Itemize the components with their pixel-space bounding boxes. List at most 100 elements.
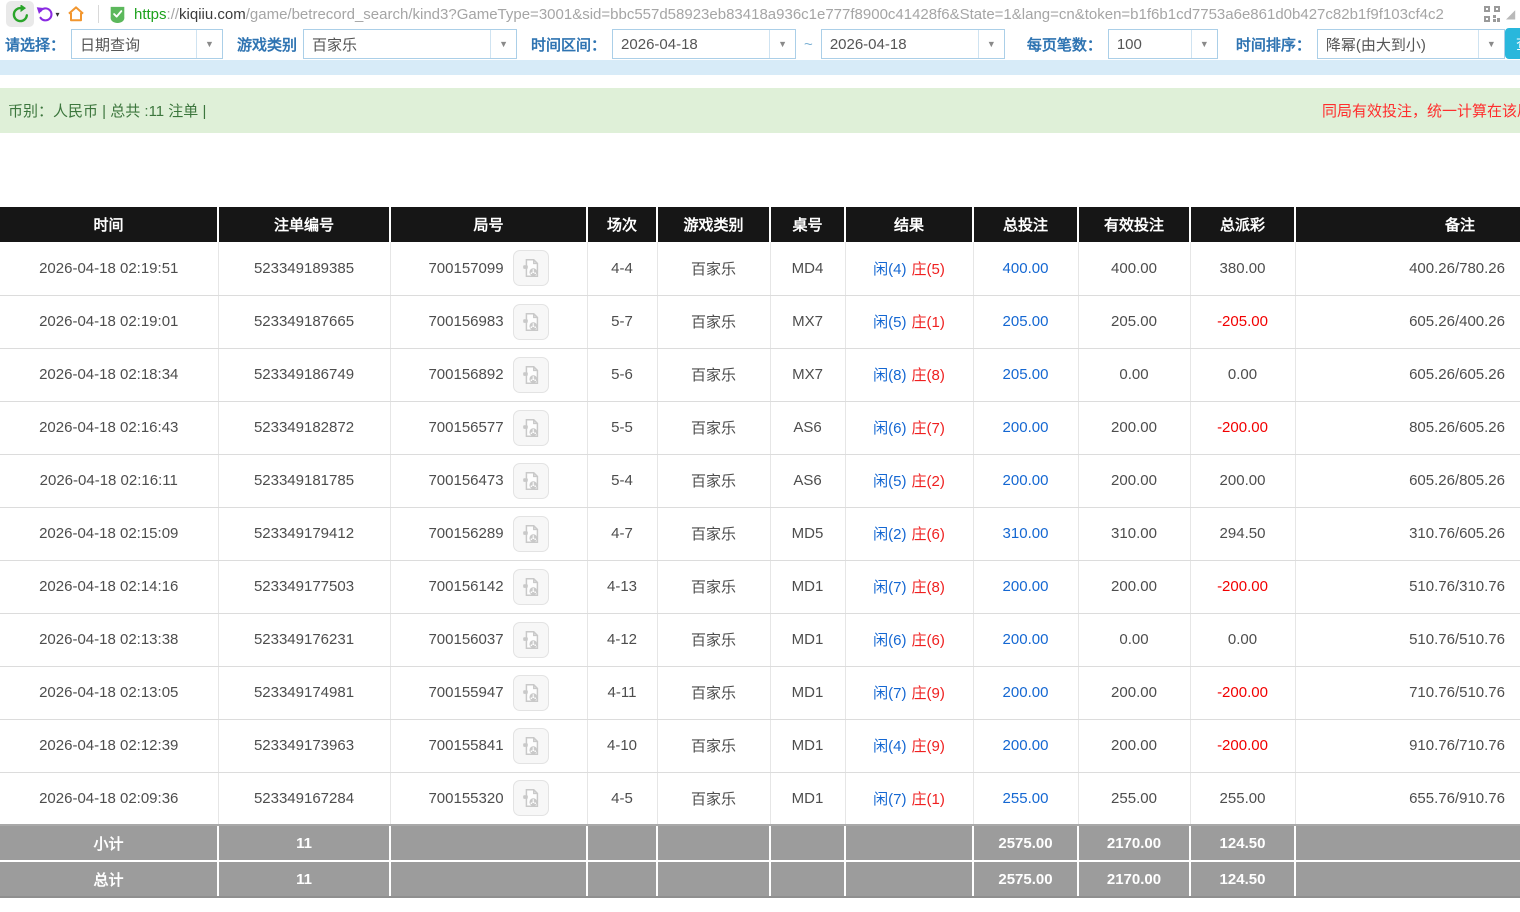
cell-game: 百家乐 bbox=[657, 295, 770, 348]
cell-table: MD1 bbox=[770, 613, 845, 666]
date-to-select[interactable]: 2026-04-18 ▼ bbox=[821, 29, 1005, 59]
result-banker: 庄(5) bbox=[912, 261, 945, 278]
spacer bbox=[0, 133, 1520, 207]
url-scheme: https bbox=[134, 6, 167, 23]
cell-game: 百家乐 bbox=[657, 613, 770, 666]
video-replay-glyph bbox=[520, 311, 542, 333]
time-range-label: 时间区间： bbox=[531, 34, 606, 55]
video-replay-button[interactable] bbox=[513, 780, 549, 816]
time-sort-select[interactable]: 降幂(由大到小) ▼ bbox=[1317, 29, 1505, 59]
col-header-remark: 备注 bbox=[1295, 207, 1520, 242]
search-button[interactable]: 查询 bbox=[1505, 28, 1520, 59]
video-replay-glyph bbox=[520, 470, 542, 492]
cell-bet-id: 523349173963 bbox=[218, 719, 390, 772]
cell-round: 700156289 bbox=[390, 507, 587, 560]
home-icon[interactable] bbox=[62, 1, 90, 27]
video-replay-button[interactable] bbox=[513, 410, 549, 446]
result-player: 闲(2) bbox=[873, 526, 906, 543]
qr-code-icon[interactable] bbox=[1484, 6, 1500, 22]
col-header-payout: 总派彩 bbox=[1190, 207, 1295, 242]
cell-round: 700155841 bbox=[390, 719, 587, 772]
chevron-down-icon: ▼ bbox=[978, 30, 1004, 58]
cell-bet-id: 523349186749 bbox=[218, 348, 390, 401]
video-replay-button[interactable] bbox=[513, 516, 549, 552]
table-row: 2026-04-18 02:16:11523349181785 70015647… bbox=[0, 454, 1520, 507]
cell-valid-bet: 200.00 bbox=[1078, 454, 1190, 507]
cell-remark: 805.26/605.26 bbox=[1295, 401, 1520, 454]
cell-result: 闲(5)庄(2) bbox=[845, 454, 973, 507]
video-replay-button[interactable] bbox=[513, 463, 549, 499]
cell-round: 700156473 bbox=[390, 454, 587, 507]
cell-session: 4-10 bbox=[587, 719, 657, 772]
table-row: 2026-04-18 02:18:34523349186749 70015689… bbox=[0, 348, 1520, 401]
video-replay-button[interactable] bbox=[513, 357, 549, 393]
subtotal-count: 11 bbox=[218, 825, 390, 861]
round-number: 700156892 bbox=[428, 366, 503, 383]
valid-bet-notice-text: 同局有效投注，统一计算在该局第 bbox=[1322, 88, 1520, 133]
result-player: 闲(7) bbox=[873, 685, 906, 702]
cell-valid-bet: 310.00 bbox=[1078, 507, 1190, 560]
cell-result: 闲(7)庄(8) bbox=[845, 560, 973, 613]
cell-remark: 400.26/780.26 bbox=[1295, 242, 1520, 295]
cell-game: 百家乐 bbox=[657, 348, 770, 401]
table-row: 2026-04-18 02:16:43523349182872 70015657… bbox=[0, 401, 1520, 454]
toolbar-overflow-icon[interactable]: ◢ bbox=[1506, 7, 1520, 21]
cell-session: 4-7 bbox=[587, 507, 657, 560]
cell-total-bet: 310.00 bbox=[973, 507, 1078, 560]
result-player: 闲(8) bbox=[873, 367, 906, 384]
cell-valid-bet: 255.00 bbox=[1078, 772, 1190, 825]
cell-time: 2026-04-18 02:19:51 bbox=[0, 242, 218, 295]
video-replay-button[interactable] bbox=[513, 250, 549, 286]
undo-dropdown-caret[interactable]: ▾ bbox=[55, 10, 59, 19]
cell-valid-bet: 200.00 bbox=[1078, 666, 1190, 719]
table-row: 2026-04-18 02:19:51523349189385 70015709… bbox=[0, 242, 1520, 295]
table-body: 2026-04-18 02:19:51523349189385 70015709… bbox=[0, 242, 1520, 825]
cell-time: 2026-04-18 02:19:01 bbox=[0, 295, 218, 348]
table-row: 2026-04-18 02:15:09523349179412 70015628… bbox=[0, 507, 1520, 560]
cell-remark: 605.26/400.26 bbox=[1295, 295, 1520, 348]
undo-icon[interactable]: ▾ bbox=[34, 1, 62, 27]
video-replay-button[interactable] bbox=[513, 304, 549, 340]
page-size-select[interactable]: 100 ▼ bbox=[1108, 29, 1218, 59]
total-row: 总计 11 2575.00 2170.00 124.50 bbox=[0, 861, 1520, 897]
cell-remark: 510.76/510.76 bbox=[1295, 613, 1520, 666]
cell-payout: 294.50 bbox=[1190, 507, 1295, 560]
cell-round: 700157099 bbox=[390, 242, 587, 295]
result-banker: 庄(9) bbox=[912, 685, 945, 702]
video-replay-button[interactable] bbox=[513, 569, 549, 605]
security-shield-icon bbox=[109, 5, 126, 24]
cell-table: MD4 bbox=[770, 242, 845, 295]
total-valid-bet: 2170.00 bbox=[1078, 861, 1190, 897]
col-header-session: 场次 bbox=[587, 207, 657, 242]
range-tilde: ~ bbox=[804, 36, 813, 53]
time-sort-label: 时间排序： bbox=[1236, 34, 1311, 55]
cell-result: 闲(7) 庄(9) bbox=[845, 666, 973, 719]
cell-round: 700155947 bbox=[390, 666, 587, 719]
cell-payout: -200.00 bbox=[1190, 401, 1295, 454]
video-replay-glyph bbox=[520, 523, 542, 545]
cell-time: 2026-04-18 02:15:09 bbox=[0, 507, 218, 560]
cell-table: MX7 bbox=[770, 295, 845, 348]
date-from-select[interactable]: 2026-04-18 ▼ bbox=[612, 29, 796, 59]
cell-time: 2026-04-18 02:13:05 bbox=[0, 666, 218, 719]
cell-table: MD1 bbox=[770, 719, 845, 772]
col-header-valid-bet: 有效投注 bbox=[1078, 207, 1190, 242]
cell-result: 闲(5)庄(1) bbox=[845, 295, 973, 348]
cell-bet-id: 523349177503 bbox=[218, 560, 390, 613]
video-replay-button[interactable] bbox=[513, 728, 549, 764]
video-replay-button[interactable] bbox=[513, 675, 549, 711]
cell-valid-bet: 205.00 bbox=[1078, 295, 1190, 348]
result-player: 闲(4) bbox=[873, 261, 906, 278]
video-replay-glyph bbox=[520, 629, 542, 651]
query-type-select[interactable]: 日期查询 ▼ bbox=[71, 29, 223, 59]
video-replay-glyph bbox=[520, 735, 542, 757]
reload-icon[interactable] bbox=[6, 1, 34, 27]
table-row: 2026-04-18 02:13:38523349176231 70015603… bbox=[0, 613, 1520, 666]
video-replay-button[interactable] bbox=[513, 622, 549, 658]
address-bar[interactable]: https://kiqiiu.com/game/betrecord_search… bbox=[109, 0, 1474, 28]
cell-game: 百家乐 bbox=[657, 560, 770, 613]
summary-bar: 币别：人民币 | 总共 :11 注单 | 同局有效投注，统一计算在该局第 bbox=[0, 88, 1520, 133]
cell-time: 2026-04-18 02:09:36 bbox=[0, 772, 218, 825]
video-replay-glyph bbox=[520, 257, 542, 279]
game-type-select[interactable]: 百家乐 ▼ bbox=[303, 29, 517, 59]
